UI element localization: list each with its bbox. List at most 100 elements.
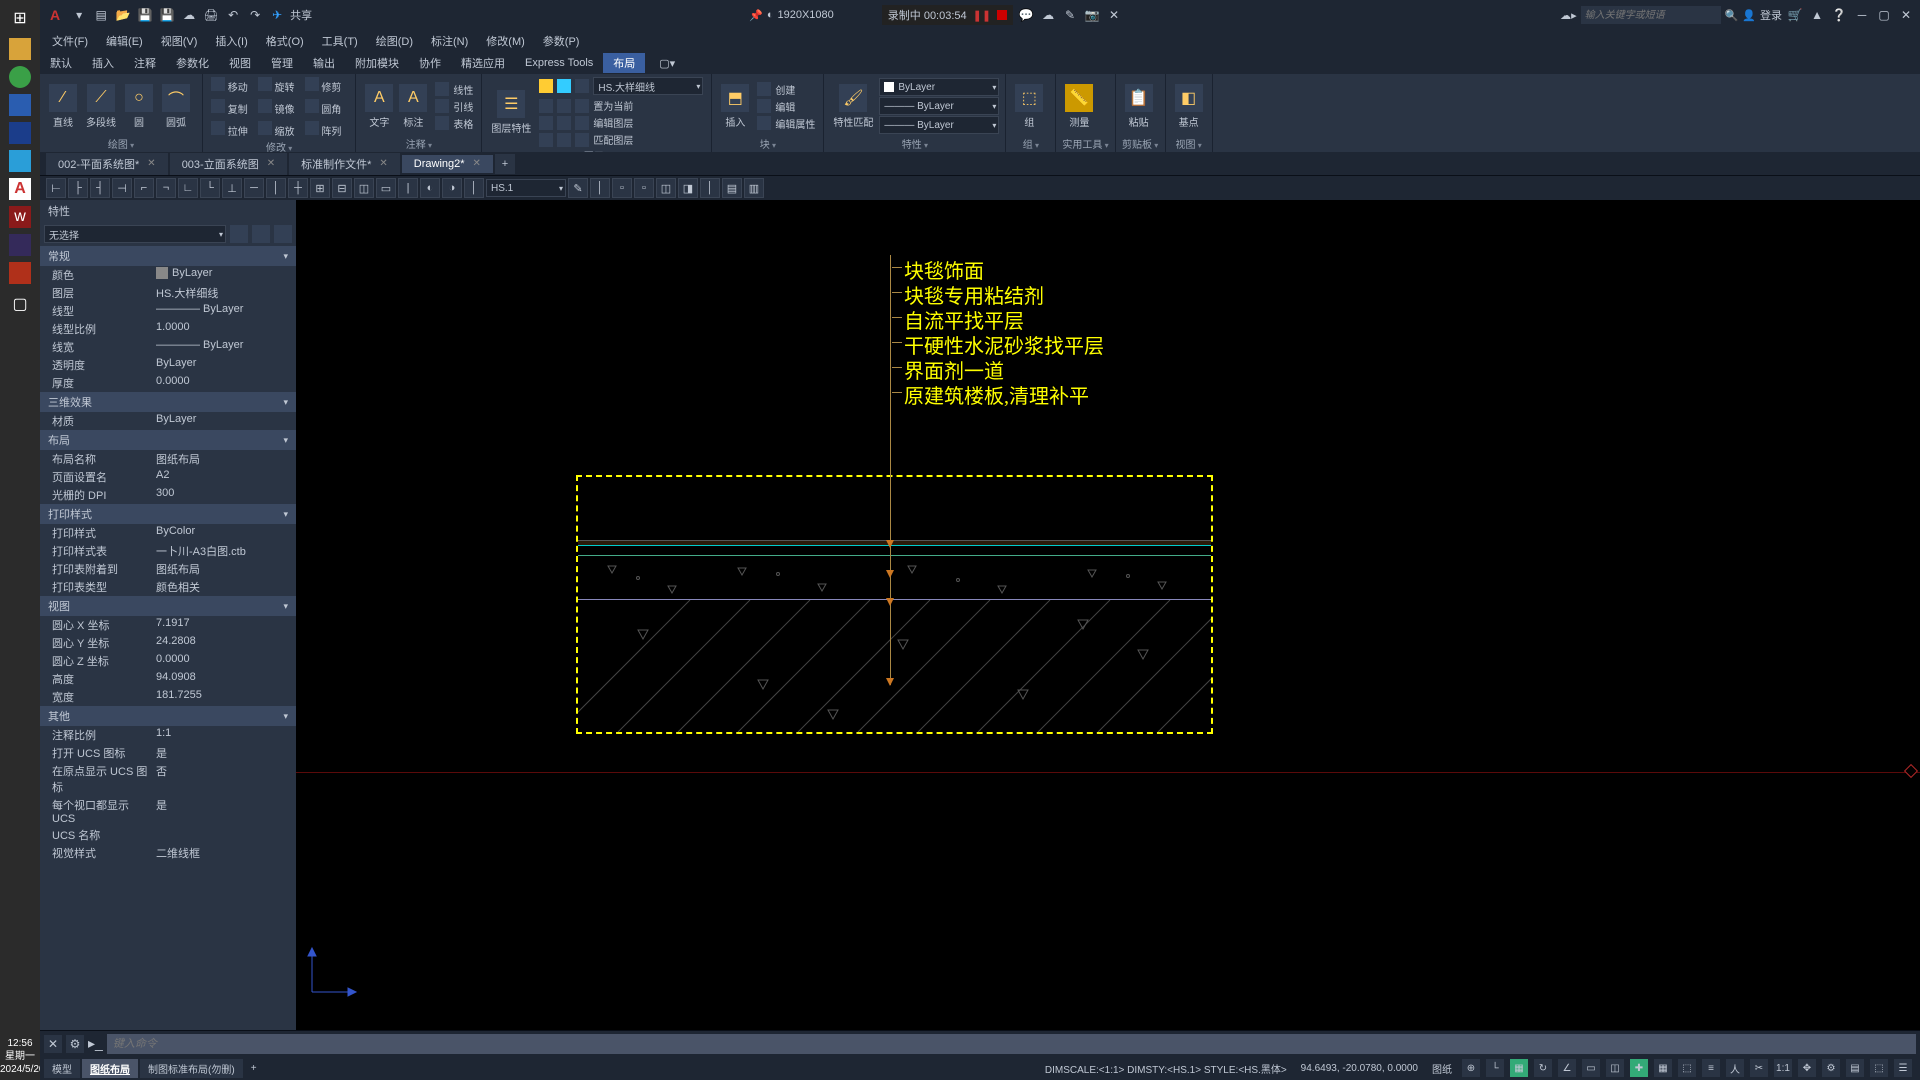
- new-icon[interactable]: ▤: [92, 6, 110, 24]
- layout-tab[interactable]: 制图标准布局(勿删): [140, 1059, 243, 1078]
- ribbon-tab[interactable]: 精选应用: [451, 53, 515, 73]
- doc-tab[interactable]: 003-立面系统图✕: [170, 153, 287, 175]
- paste-button[interactable]: 📋粘贴: [1122, 84, 1156, 129]
- menu-item[interactable]: 插入(I): [207, 31, 255, 51]
- share-button[interactable]: 共享: [290, 7, 312, 23]
- props-section-header[interactable]: 常规: [40, 246, 296, 266]
- layer-tool[interactable]: 置为当前: [537, 97, 705, 114]
- search-icon[interactable]: 🔍: [1725, 9, 1739, 22]
- props-row[interactable]: 宽度181.7255: [40, 688, 296, 706]
- dim-tool[interactable]: ◑: [442, 178, 462, 198]
- props-row[interactable]: 线宽———— ByLayer: [40, 338, 296, 356]
- modify-tool[interactable]: 拉伸: [211, 121, 248, 138]
- props-row[interactable]: 打开 UCS 图标是: [40, 744, 296, 762]
- taskbar-app-icon[interactable]: [9, 122, 31, 144]
- status-btn[interactable]: ☰: [1894, 1059, 1912, 1077]
- props-row[interactable]: 线型———— ByLayer: [40, 302, 296, 320]
- dim-tool[interactable]: ⌐: [134, 178, 154, 198]
- status-btn[interactable]: ▦: [1654, 1059, 1672, 1077]
- draw-tool[interactable]: ∕直线: [46, 84, 80, 129]
- taskbar-app-icon[interactable]: ▢: [6, 290, 34, 318]
- dim-tool[interactable]: ∟: [178, 178, 198, 198]
- saveas-icon[interactable]: 💾: [158, 6, 176, 24]
- props-row[interactable]: 打印样式ByColor: [40, 524, 296, 542]
- user-icon[interactable]: 👤: [1742, 9, 1756, 22]
- props-row[interactable]: UCS 名称: [40, 826, 296, 844]
- props-row[interactable]: 打印表类型颜色相关: [40, 578, 296, 596]
- tab-close-icon[interactable]: ✕: [147, 158, 155, 169]
- props-row[interactable]: 颜色ByLayer: [40, 266, 296, 284]
- modify-tool[interactable]: 旋转: [258, 77, 295, 94]
- login-button[interactable]: 登录: [1760, 7, 1782, 23]
- match-props-button[interactable]: 🖌特性匹配: [830, 84, 876, 129]
- block-tool[interactable]: 编辑属性: [755, 115, 817, 132]
- close-rec-icon[interactable]: ✕: [1105, 6, 1123, 24]
- menu-item[interactable]: 文件(F): [44, 31, 96, 51]
- dim-tool[interactable]: ⊢: [46, 178, 66, 198]
- tab-close-icon[interactable]: ✕: [267, 158, 275, 169]
- props-row[interactable]: 视觉样式二维线框: [40, 844, 296, 862]
- status-btn[interactable]: ▦: [1510, 1059, 1528, 1077]
- status-btn[interactable]: 1:1: [1774, 1059, 1792, 1077]
- cart-icon[interactable]: 🛒: [1786, 6, 1804, 24]
- status-btn[interactable]: 人: [1726, 1059, 1744, 1077]
- taskbar-app-icon[interactable]: [9, 262, 31, 284]
- annot-tool[interactable]: A标注: [396, 84, 430, 129]
- doc-tab[interactable]: 002-平面系统图*✕: [46, 153, 168, 175]
- qat-dropdown-icon[interactable]: ▾: [70, 6, 88, 24]
- dim-tool[interactable]: ▤: [722, 178, 742, 198]
- dim-tool[interactable]: ▫: [612, 178, 632, 198]
- tab-close-icon[interactable]: ✕: [379, 158, 387, 169]
- modify-tool[interactable]: 复制: [211, 99, 248, 116]
- dim-tool[interactable]: │: [464, 178, 484, 198]
- ribbon-tab[interactable]: 默认: [40, 53, 82, 73]
- layer-properties-button[interactable]: ☰图层特性: [488, 90, 534, 135]
- props-row[interactable]: 在原点显示 UCS 图标否: [40, 762, 296, 796]
- taskbar-app-icon[interactable]: [9, 150, 31, 172]
- block-tool[interactable]: 编辑: [755, 98, 817, 115]
- taskbar-app-icon[interactable]: [9, 234, 31, 256]
- rec-tool-icon[interactable]: ✎: [1061, 6, 1079, 24]
- props-row[interactable]: 线型比例1.0000: [40, 320, 296, 338]
- annot-tool[interactable]: A文字: [362, 84, 396, 129]
- drawing-viewport[interactable]: 块毯饰面块毯专用粘结剂自流平找平层干硬性水泥砂浆找平层界面剂一道原建筑楼板,清理…: [296, 200, 1920, 1030]
- dimstyle-combo[interactable]: HS.1: [486, 179, 566, 197]
- add-layout-button[interactable]: +: [245, 1059, 263, 1077]
- dim-tool[interactable]: │: [266, 178, 286, 198]
- ribbon-tab[interactable]: Express Tools: [515, 55, 603, 71]
- send-icon[interactable]: ✈: [268, 6, 286, 24]
- props-row[interactable]: 光栅的 DPI300: [40, 486, 296, 504]
- ribbon-tab[interactable]: 插入: [82, 53, 124, 73]
- ribbon-tab[interactable]: 协作: [409, 53, 451, 73]
- dim-tool[interactable]: ┼: [288, 178, 308, 198]
- tab-close-icon[interactable]: ✕: [473, 158, 481, 169]
- status-btn[interactable]: ∠: [1558, 1059, 1576, 1077]
- props-row[interactable]: 打印样式表一卜川-A3白图.ctb: [40, 542, 296, 560]
- layout-tab[interactable]: 图纸布局: [82, 1059, 138, 1078]
- dim-tool[interactable]: │: [700, 178, 720, 198]
- props-section-header[interactable]: 布局: [40, 430, 296, 450]
- status-btn[interactable]: ↻: [1534, 1059, 1552, 1077]
- dim-tool[interactable]: ⊥: [222, 178, 242, 198]
- draw-tool[interactable]: ⌒圆弧: [159, 84, 193, 129]
- dim-tool[interactable]: ⊞: [310, 178, 330, 198]
- save-icon[interactable]: 💾: [136, 6, 154, 24]
- status-btn[interactable]: ▤: [1846, 1059, 1864, 1077]
- rec-tool-icon[interactable]: 💬: [1017, 6, 1035, 24]
- status-btn[interactable]: ≡: [1702, 1059, 1720, 1077]
- block-tool[interactable]: 创建: [755, 81, 817, 98]
- menu-item[interactable]: 视图(V): [153, 31, 206, 51]
- taskbar-app-icon[interactable]: w: [9, 206, 31, 228]
- open-icon[interactable]: 📂: [114, 6, 132, 24]
- menu-item[interactable]: 参数(P): [535, 31, 588, 51]
- menu-item[interactable]: 修改(M): [478, 31, 533, 51]
- dim-tool[interactable]: ├: [68, 178, 88, 198]
- annot-tool[interactable]: 引线: [433, 98, 475, 115]
- props-combo[interactable]: ByLayer: [879, 78, 999, 96]
- doc-tab[interactable]: 标准制作文件*✕: [289, 153, 400, 175]
- help-search-input[interactable]: [1581, 6, 1721, 24]
- minimize-icon[interactable]: ─: [1852, 7, 1872, 23]
- dim-tool[interactable]: │: [590, 178, 610, 198]
- command-input[interactable]: [107, 1034, 1916, 1054]
- dim-tool[interactable]: ◫: [354, 178, 374, 198]
